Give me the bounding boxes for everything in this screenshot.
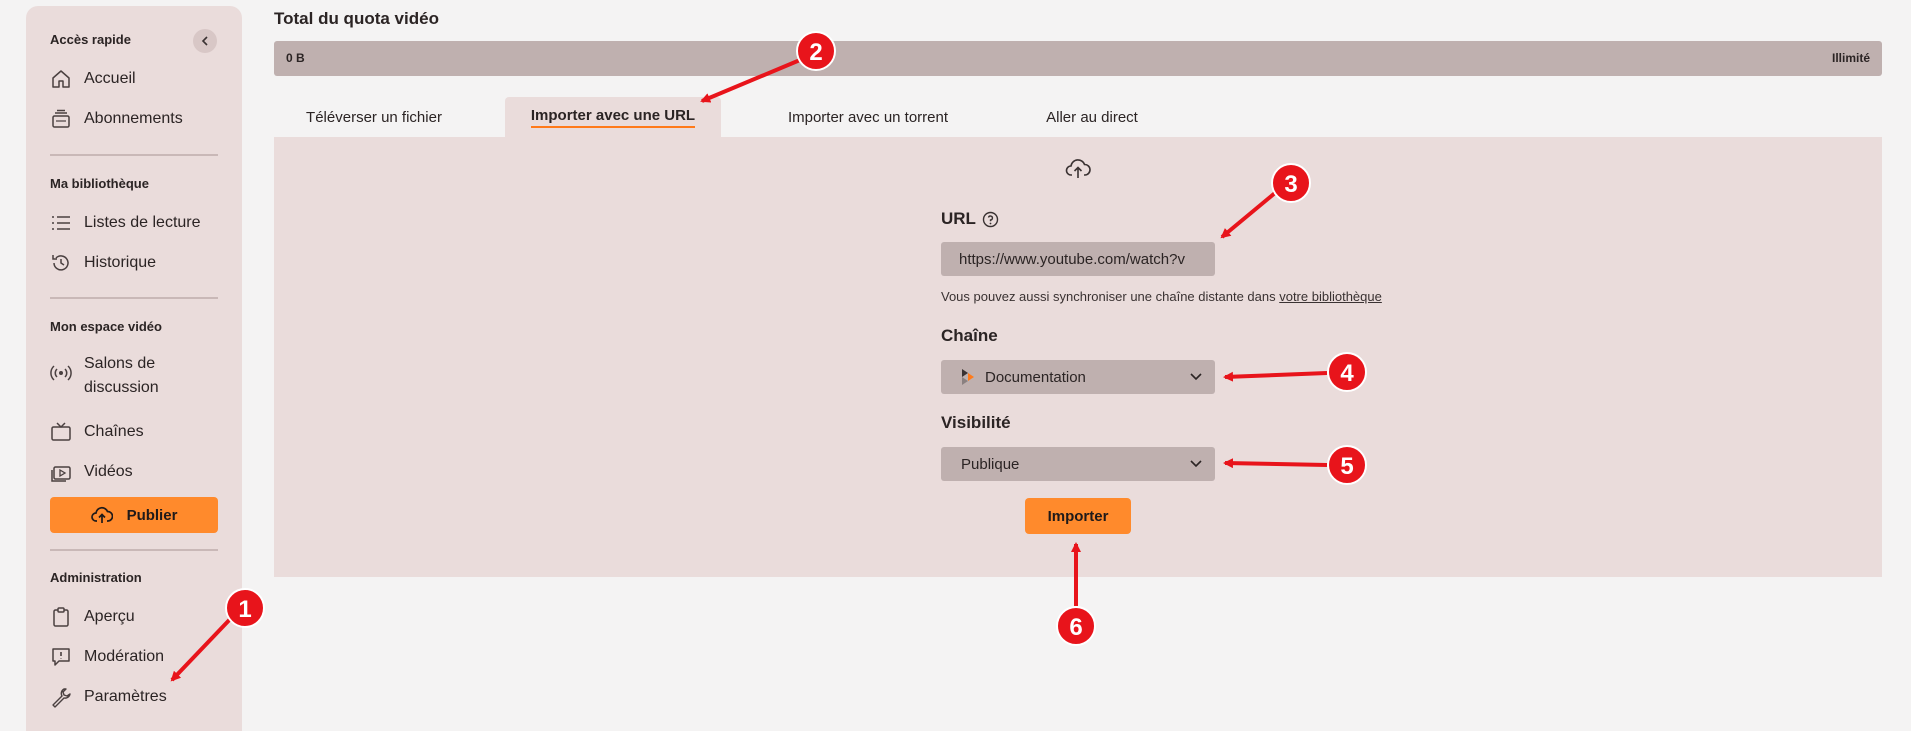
video-icon xyxy=(50,461,72,483)
help-icon[interactable] xyxy=(982,211,999,228)
channel-value: Documentation xyxy=(985,368,1086,386)
url-label: URL xyxy=(941,209,999,229)
upload-cloud-icon xyxy=(90,506,113,524)
wrench-icon xyxy=(50,686,72,708)
sidebar-divider xyxy=(50,549,218,551)
sidebar-item-moderation[interactable]: Modération xyxy=(50,646,164,668)
sidebar-item-accueil[interactable]: Accueil xyxy=(50,68,136,90)
sidebar-item-parametres[interactable]: Paramètres xyxy=(50,686,167,708)
url-label-text: URL xyxy=(941,209,976,228)
sidebar-item-videos[interactable]: Vidéos xyxy=(50,461,133,483)
sidebar-item-salons[interactable]: Salons de discussion xyxy=(50,352,174,400)
sidebar-item-label: Vidéos xyxy=(84,463,133,480)
tab-label: Aller au direct xyxy=(1046,108,1138,126)
sidebar-item-label: Paramètres xyxy=(84,688,167,705)
quota-progress-bar: 0 B Illimité xyxy=(274,41,1882,76)
sync-hint-text: Vous pouvez aussi synchroniser une chaîn… xyxy=(941,289,1280,304)
history-icon xyxy=(50,252,72,274)
sidebar-item-apercu[interactable]: Aperçu xyxy=(50,606,135,628)
sidebar-item-label: Aperçu xyxy=(84,608,135,625)
sidebar-divider xyxy=(50,297,218,299)
home-icon xyxy=(50,68,72,90)
sync-hint: Vous pouvez aussi synchroniser une chaîn… xyxy=(941,289,1382,304)
admin-heading: Administration xyxy=(50,570,142,585)
channel-select[interactable]: Documentation xyxy=(941,360,1215,394)
chevron-left-icon xyxy=(201,36,208,46)
visibility-label: Visibilité xyxy=(941,413,1011,432)
sidebar-item-abonnements[interactable]: Abonnements xyxy=(50,108,183,130)
sidebar: Accès rapide Accueil Abonnements Ma bibl… xyxy=(26,6,242,731)
library-link[interactable]: votre bibliothèque xyxy=(1279,289,1382,304)
chevron-down-icon xyxy=(1189,459,1203,469)
video-space-heading: Mon espace vidéo xyxy=(50,319,162,334)
tab-go-live[interactable]: Aller au direct xyxy=(1027,97,1157,137)
quota-used: 0 B xyxy=(286,51,305,65)
channel-label: Chaîne xyxy=(941,326,998,345)
sidebar-item-label: Abonnements xyxy=(84,110,183,127)
sidebar-item-chaines[interactable]: Chaînes xyxy=(50,421,144,443)
sidebar-item-label: Listes de lecture xyxy=(84,214,201,231)
sidebar-item-label: Salons de discussion xyxy=(84,355,159,396)
chevron-down-icon xyxy=(1189,372,1203,382)
library-heading: Ma bibliothèque xyxy=(50,176,149,191)
moderation-icon xyxy=(50,646,72,668)
publish-button[interactable]: Publier xyxy=(50,497,218,533)
sidebar-divider xyxy=(50,154,218,156)
tab-label: Importer avec un torrent xyxy=(787,108,949,126)
sidebar-item-label: Modération xyxy=(84,648,165,665)
url-input[interactable] xyxy=(941,242,1215,276)
tv-icon xyxy=(50,421,72,443)
tab-label: Importer avec une URL xyxy=(530,107,696,128)
tab-import-torrent[interactable]: Importer avec un torrent xyxy=(763,97,973,137)
import-label: Importer xyxy=(1047,507,1109,525)
broadcast-icon xyxy=(50,362,72,384)
visibility-select[interactable]: Publique xyxy=(941,447,1215,481)
sidebar-item-label: Accueil xyxy=(84,70,136,87)
subscriptions-icon xyxy=(50,108,72,130)
sidebar-item-historique[interactable]: Historique xyxy=(50,252,156,274)
quota-title: Total du quota vidéo xyxy=(274,9,439,28)
peertube-logo-icon xyxy=(961,368,975,386)
visibility-value: Publique xyxy=(961,455,1020,473)
quick-access-heading: Accès rapide xyxy=(50,32,131,47)
sidebar-item-label: Historique xyxy=(84,254,157,271)
tab-label: Téléverser un fichier xyxy=(306,108,442,126)
collapse-sidebar-button[interactable] xyxy=(193,29,217,53)
import-button[interactable]: Importer xyxy=(1025,498,1131,534)
sidebar-item-listes[interactable]: Listes de lecture xyxy=(50,212,201,234)
upload-cloud-icon xyxy=(1065,158,1091,185)
clipboard-icon xyxy=(50,606,72,628)
publish-label: Publier xyxy=(126,506,178,524)
tab-upload-file[interactable]: Téléverser un fichier xyxy=(274,97,474,137)
sidebar-item-label: Chaînes xyxy=(84,423,144,440)
annotation-badge-6: 6 xyxy=(1069,614,1082,641)
tab-import-url[interactable]: Importer avec une URL xyxy=(505,97,721,137)
list-icon xyxy=(50,212,72,234)
quota-max: Illimité xyxy=(1831,51,1870,65)
